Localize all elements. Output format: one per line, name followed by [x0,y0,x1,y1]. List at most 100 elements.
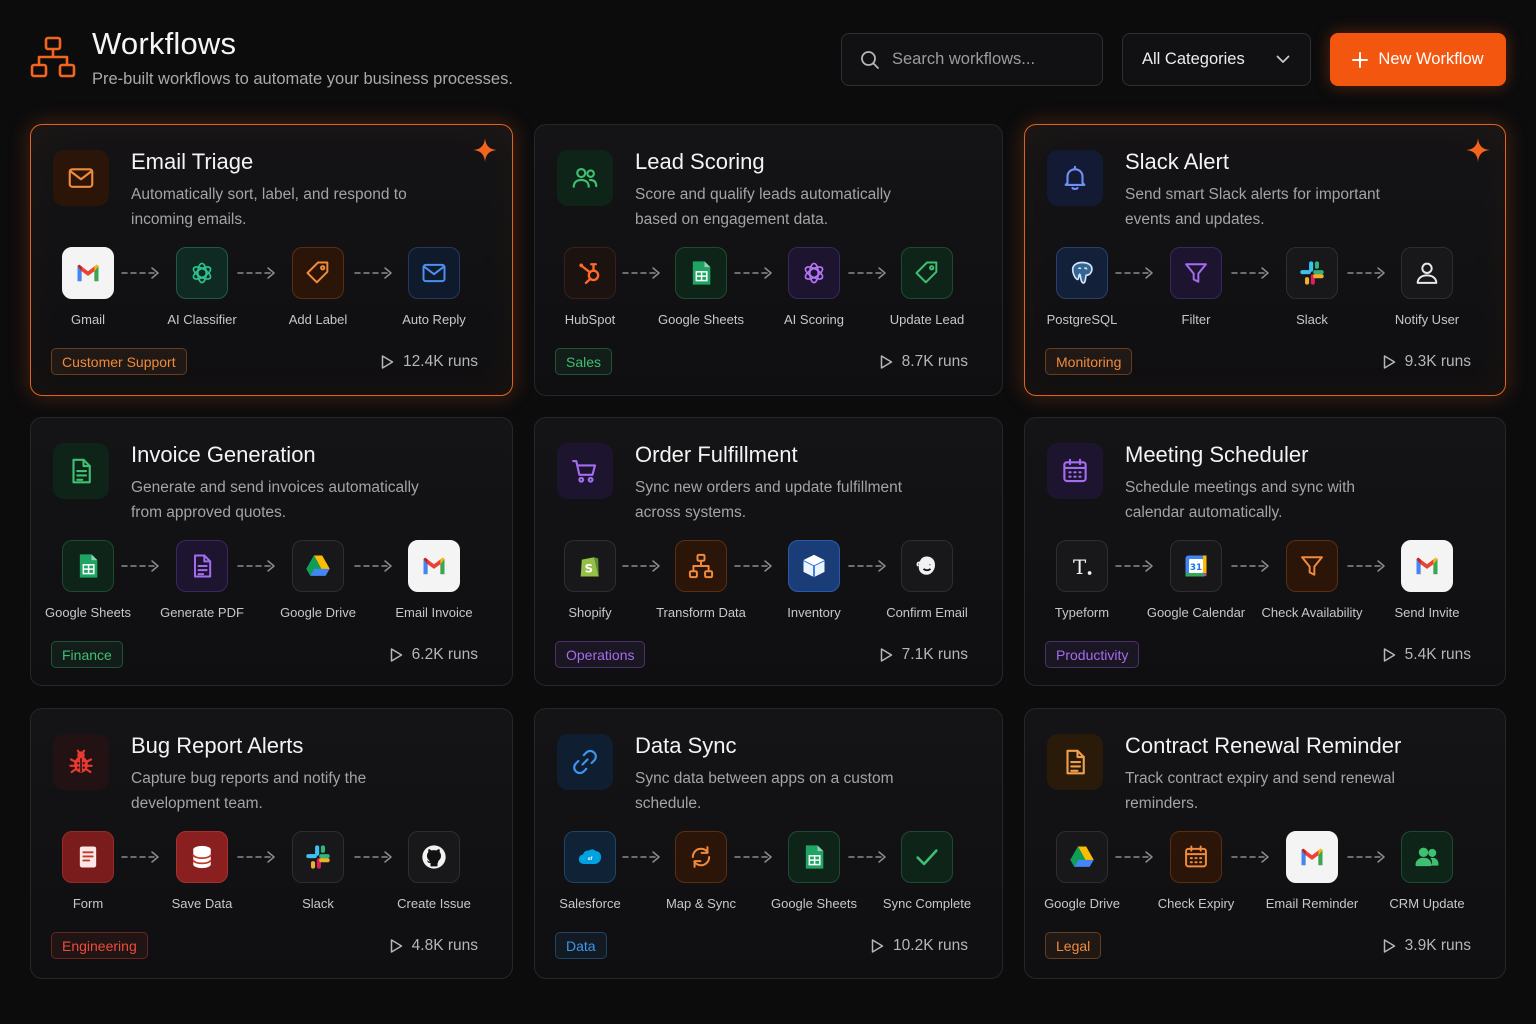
play-icon [1381,647,1397,663]
workflow-step[interactable]: CRM Update [1367,831,1487,911]
workflow-step[interactable]: Email Reminder [1252,831,1372,911]
gmail-icon [1401,540,1453,592]
workflow-step[interactable]: Auto Reply [374,247,494,327]
step-label: Email Invoice [395,605,473,620]
filter-icon [1286,540,1338,592]
category-tag[interactable]: Engineering [51,932,148,959]
workflow-card[interactable]: Invoice Generation Generate and send invo… [30,417,513,686]
step-label: Google Calendar [1146,605,1246,620]
workflow-step[interactable]: T Typeform [1022,540,1142,620]
workflow-step[interactable]: Google Sheets [641,247,761,327]
step-label: Salesforce [559,896,621,911]
workflow-step[interactable]: Notify User [1367,247,1487,327]
cart-icon [557,443,613,499]
run-count: 6.2K runs [388,646,478,664]
page-subtitle: Pre-built workflows to automate your bus… [92,70,513,88]
workflow-steps: HubSpot Google Sheets AI Scoring Update … [535,247,1002,327]
workflow-step[interactable]: Sync Complete [867,831,987,911]
category-tag[interactable]: Legal [1045,932,1102,959]
run-count-label: 6.2K runs [411,646,478,663]
chevron-down-icon [1276,55,1290,63]
workflow-step[interactable]: Check Expiry [1136,831,1256,911]
new-workflow-button[interactable]: New Workflow [1330,33,1506,86]
form-icon [62,831,114,883]
category-tag[interactable]: Sales [555,348,613,375]
workflow-card[interactable]: Bug Report Alerts Capture bug reports and… [30,708,513,979]
workflow-step[interactable]: S Shopify [530,540,650,620]
workflow-step[interactable]: Map & Sync [641,831,761,911]
workflow-card[interactable]: Data Sync Sync data between apps on a cus… [534,708,1003,979]
workflow-step[interactable]: Google Sheets [754,831,874,911]
sheets-icon [62,540,114,592]
category-tag[interactable]: Finance [51,641,123,668]
step-label: Shopify [568,605,612,620]
search-box[interactable] [841,33,1103,86]
workflow-step[interactable]: Form [28,831,148,911]
play-icon [379,354,395,370]
document-icon [53,443,109,499]
workflow-step[interactable]: Add Label [258,247,378,327]
workflow-step[interactable]: Update Lead [867,247,987,327]
workflow-step[interactable]: sf Salesforce [530,831,650,911]
run-count-label: 8.7K runs [901,353,968,370]
workflow-step[interactable]: Check Availability [1252,540,1372,620]
step-label: PostgreSQL [1046,312,1118,327]
category-tag[interactable]: Operations [555,641,646,668]
workflow-card[interactable]: Lead Scoring Score and qualify leads auto… [534,124,1003,396]
workflow-step[interactable]: Confirm Email [867,540,987,620]
play-icon [869,938,885,954]
card-title: Bug Report Alerts [131,733,304,758]
workflow-step[interactable]: Generate PDF [142,540,262,620]
search-icon [861,50,879,69]
workflow-step[interactable]: Inventory [754,540,874,620]
card-description: Score and qualify leads automatically ba… [635,186,891,228]
run-count-label: 4.8K runs [411,937,478,954]
workflow-step[interactable]: 31 Google Calendar [1136,540,1256,620]
document-icon [176,540,228,592]
workflow-card[interactable]: Email Triage Automatically sort, label, a… [30,124,513,396]
step-label: Gmail [71,312,105,327]
step-label: Update Lead [889,312,965,327]
workflow-step[interactable]: AI Scoring [754,247,874,327]
calendar-icon [1047,443,1103,499]
step-label: AI Scoring [784,312,844,327]
run-count: 7.1K runs [878,646,968,664]
workflow-step[interactable]: Filter [1136,247,1256,327]
plus-icon [1352,51,1369,68]
sheets-icon [675,247,727,299]
slack-icon [292,831,344,883]
workflow-step[interactable]: Transform Data [641,540,761,620]
workflow-step[interactable]: Email Invoice [374,540,494,620]
gmail-icon [1286,831,1338,883]
workflow-card[interactable]: Order Fulfillment Sync new orders and upd… [534,417,1003,686]
workflow-step[interactable]: AI Classifier [142,247,262,327]
run-count-label: 12.4K runs [403,353,478,370]
workflow-step[interactable]: HubSpot [530,247,650,327]
card-description: Automatically sort, label, and respond t… [131,186,407,228]
workflow-step[interactable]: PostgreSQL [1022,247,1142,327]
workflow-card[interactable]: Slack Alert Send smart Slack alerts for i… [1024,124,1506,396]
step-label: Auto Reply [402,312,466,327]
category-tag[interactable]: Productivity [1045,641,1140,668]
card-title: Data Sync [635,733,737,758]
search-input[interactable] [892,50,1082,69]
workflow-step[interactable]: Google Drive [1022,831,1142,911]
workflow-steps: T Typeform 31 Google Calendar Check Avai… [1025,540,1505,620]
workflow-step[interactable]: Gmail [28,247,148,327]
category-tag[interactable]: Data [555,932,607,959]
workflow-step[interactable]: Slack [258,831,378,911]
workflow-step[interactable]: Save Data [142,831,262,911]
workflow-card[interactable]: Meeting Scheduler Schedule meetings and s… [1024,417,1506,686]
tag-icon [292,247,344,299]
workflow-step[interactable]: Send Invite [1367,540,1487,620]
workflow-step[interactable]: Google Drive [258,540,378,620]
category-tag[interactable]: Customer Support [51,348,187,375]
workflow-step[interactable]: Google Sheets [28,540,148,620]
category-tag[interactable]: Monitoring [1045,348,1133,375]
step-label: Create Issue [397,896,471,911]
category-select[interactable]: All Categories [1122,33,1311,86]
card-title: Order Fulfillment [635,442,798,467]
workflow-card[interactable]: Contract Renewal Reminder Track contract … [1024,708,1506,979]
workflow-step[interactable]: Create Issue [374,831,494,911]
workflow-step[interactable]: Slack [1252,247,1372,327]
